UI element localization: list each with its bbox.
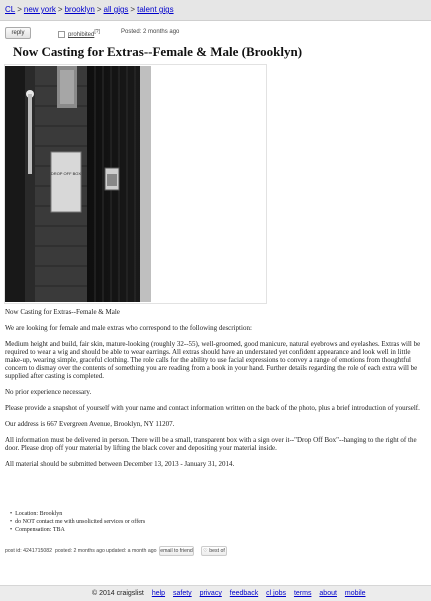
attribute-no-contact: do NOT contact me with unsolicited servi…: [10, 518, 145, 526]
attribute-location: Location: Brooklyn: [10, 510, 145, 518]
posting-title: Now Casting for Extras--Female & Male (B…: [13, 44, 303, 59]
breadcrumb-separator: >: [17, 5, 22, 14]
post-info-row: post id: 4241715082 posted: 2 months ago…: [5, 546, 425, 556]
posting-image-frame: DROP OFF BOX: [4, 64, 267, 304]
footer-link-privacy[interactable]: privacy: [200, 590, 222, 597]
body-paragraph: Our address is 667 Evergreen Avenue, Bro…: [5, 420, 175, 428]
posted-date: Posted: 2 months ago: [121, 29, 180, 35]
breadcrumb-link-brooklyn[interactable]: brooklyn: [65, 5, 95, 14]
body-paragraph: No prior experience necessary.: [5, 388, 92, 396]
breadcrumb-separator: >: [96, 5, 102, 14]
heart-icon: ♡: [203, 548, 208, 554]
breadcrumb-bar: CL > new york > brooklyn > all gigs > talent gig…: [0, 0, 431, 21]
flag-checkbox-icon[interactable]: [58, 30, 65, 38]
footer-link-terms[interactable]: terms: [294, 590, 312, 597]
body-paragraph: Now Casting for Extras--Female & Male: [5, 308, 120, 316]
drop-off-box-sign: DROP OFF BOX: [51, 171, 81, 176]
breadcrumb: CL > new york > brooklyn > all gigs > talent gig…: [5, 0, 174, 20]
breadcrumb-separator: >: [130, 5, 136, 14]
footer-link-feedback[interactable]: feedback: [230, 590, 258, 597]
footer-link-safety[interactable]: safety: [173, 590, 192, 597]
attribute-compensation: Compensation: TBA: [10, 526, 145, 534]
best-of-button[interactable]: ♡ best of: [201, 546, 227, 556]
site-footer: © 2014 craigslist help safety privacy fe…: [0, 585, 431, 601]
breadcrumb-link-cl[interactable]: CL: [5, 5, 15, 14]
copyright: © 2014 craigslist: [92, 590, 144, 597]
prohibited-label[interactable]: prohibited: [68, 32, 94, 38]
help-mark[interactable]: [?]: [94, 29, 100, 35]
body-paragraph: All information must be delivered in per…: [5, 436, 417, 452]
flag-prohibited[interactable]: prohibited[?]: [58, 27, 100, 40]
breadcrumb-link-all-gigs[interactable]: all gigs: [104, 5, 129, 14]
breadcrumb-separator: >: [57, 5, 63, 14]
body-paragraph: Medium height and build, fair skin, matu…: [5, 340, 421, 380]
posting-photo[interactable]: DROP OFF BOX: [5, 66, 151, 302]
body-paragraph: All material should be submitted between…: [5, 460, 235, 468]
post-id: post id: 4241715082: [5, 548, 53, 554]
best-of-label: best of: [209, 548, 225, 554]
posting-body: Now Casting for Extras--Female & Male We…: [5, 308, 423, 476]
body-paragraph: We are looking for female and male extra…: [5, 324, 252, 332]
post-updated-time: updated: a month ago: [106, 548, 157, 554]
breadcrumb-link-new-york[interactable]: new york: [24, 5, 56, 14]
reply-button[interactable]: reply: [5, 27, 31, 39]
breadcrumb-link-talent-gigs[interactable]: talent gigs: [137, 5, 173, 14]
footer-link-cl-jobs[interactable]: cl jobs: [266, 590, 286, 597]
body-paragraph: Please provide a snapshot of yourself wi…: [5, 404, 420, 412]
email-to-friend-button[interactable]: email to friend: [159, 546, 194, 556]
post-posted-time: posted: 2 months ago: [55, 548, 105, 554]
footer-link-mobile[interactable]: mobile: [345, 590, 366, 597]
footer-link-about[interactable]: about: [319, 590, 337, 597]
posting-attributes: Location: Brooklyn do NOT contact me wit…: [10, 510, 145, 534]
footer-link-help[interactable]: help: [152, 590, 165, 597]
